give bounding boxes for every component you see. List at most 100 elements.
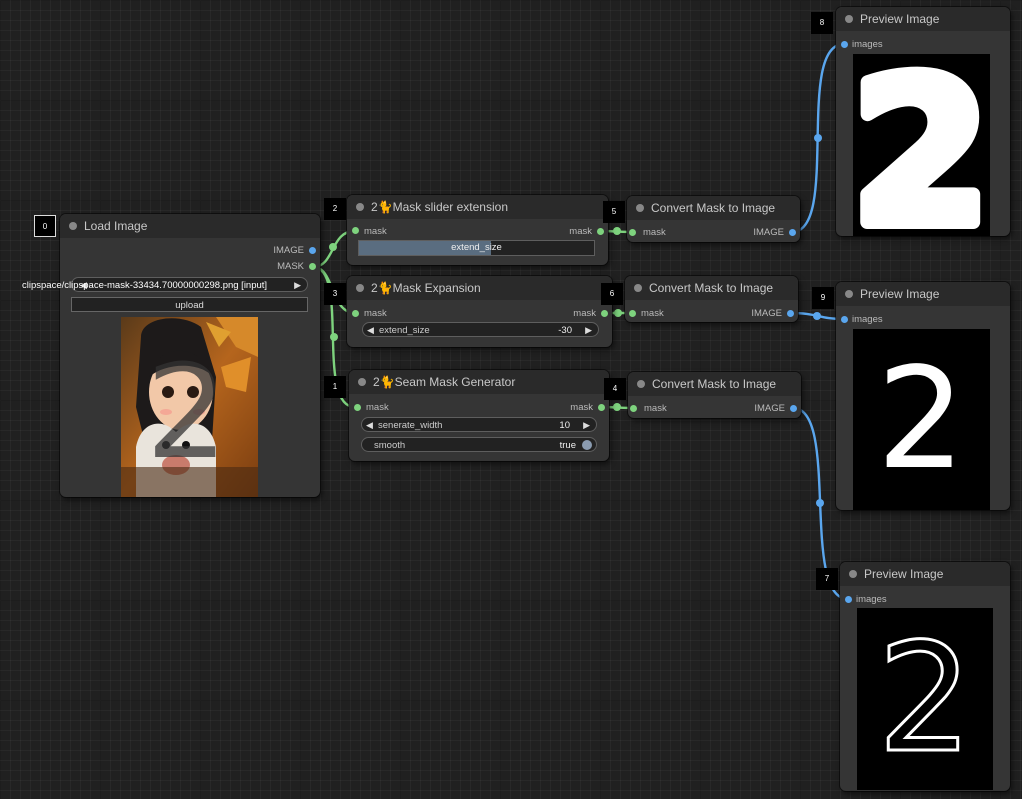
seam-mask-glyph: 2: [877, 612, 972, 786]
node-header[interactable]: Convert Mask to Image: [628, 372, 801, 396]
widget-label: smooth: [374, 440, 406, 451]
node-title: 2🐈Mask Expansion: [371, 281, 481, 295]
preview-9-image: 2: [876, 338, 965, 501]
node-header[interactable]: 2🐈Seam Mask Generator: [349, 370, 609, 394]
seam-mask-generator-node[interactable]: 2🐈Seam Mask Generator mask mask ◀ senera…: [349, 370, 609, 461]
input-slot-mask[interactable]: [354, 404, 361, 411]
image-file-value: clipspace/clipspace-mask-33434.700000002…: [22, 280, 268, 291]
node-header[interactable]: Preview Image: [836, 7, 1010, 31]
node-title: 2🐈Mask slider extension: [371, 200, 508, 214]
node-title: 2🐈Seam Mask Generator: [373, 375, 516, 389]
collapse-dot-icon[interactable]: [356, 284, 364, 292]
node-id-badge: 4: [604, 378, 626, 400]
widget-label: extend_size: [379, 325, 430, 336]
output-slot-mask[interactable]: [597, 228, 604, 235]
input-label-mask: mask: [644, 403, 667, 414]
node-id-badge: 6: [601, 283, 623, 305]
node-id-badge: 8: [811, 12, 833, 34]
node-id-badge: 9: [812, 287, 834, 309]
node-id-badge: 0: [34, 215, 56, 237]
node-title: Load Image: [84, 219, 148, 233]
output-slot-mask[interactable]: [601, 310, 608, 317]
widget-label: senerate_width: [378, 420, 443, 431]
input-slot-mask[interactable]: [352, 310, 359, 317]
input-slot-mask[interactable]: [630, 405, 637, 412]
node-header[interactable]: Preview Image: [840, 562, 1010, 586]
decrement-arrow-icon[interactable]: ◀: [366, 418, 373, 433]
collapse-dot-icon[interactable]: [845, 15, 853, 23]
contracted-mask-glyph: 2: [876, 338, 965, 501]
output-label-image: IMAGE: [753, 227, 784, 238]
collapse-dot-icon[interactable]: [356, 203, 364, 211]
node-id-badge: 5: [603, 201, 625, 223]
input-slot-mask[interactable]: [352, 227, 359, 234]
collapse-dot-icon[interactable]: [845, 290, 853, 298]
mask-slider-extension-node[interactable]: 2🐈Mask slider extension mask mask extend…: [347, 195, 608, 265]
input-slot-mask[interactable]: [629, 229, 636, 236]
input-label-mask: mask: [643, 227, 666, 238]
senerate-width-number[interactable]: ◀ senerate_width 10 ▶: [361, 417, 597, 432]
preview-output-image: 2: [857, 608, 993, 790]
node-header[interactable]: 2🐈Mask Expansion: [347, 276, 612, 300]
output-slot-mask[interactable]: [309, 263, 316, 270]
output-slot-image[interactable]: [787, 310, 794, 317]
node-header[interactable]: Load Image: [60, 214, 320, 238]
output-slot-mask[interactable]: [598, 404, 605, 411]
decrement-arrow-icon[interactable]: ◀: [367, 323, 374, 338]
output-label-image: IMAGE: [273, 245, 304, 256]
node-header[interactable]: Convert Mask to Image: [627, 196, 800, 220]
input-label-mask: mask: [364, 308, 387, 319]
input-label-images: images: [856, 594, 887, 605]
input-slot-mask[interactable]: [629, 310, 636, 317]
output-label-mask: mask: [569, 226, 592, 237]
node-title: Convert Mask to Image: [651, 201, 776, 215]
loaded-image-thumbnail: 2: [121, 317, 258, 497]
output-slot-image[interactable]: [790, 405, 797, 412]
output-label-image: IMAGE: [751, 308, 782, 319]
node-title: Preview Image: [860, 12, 940, 26]
output-slot-image[interactable]: [309, 247, 316, 254]
widget-value: true: [559, 440, 576, 451]
increment-arrow-icon[interactable]: ▶: [583, 418, 590, 433]
node-title: Preview Image: [860, 287, 940, 301]
collapse-dot-icon[interactable]: [636, 204, 644, 212]
smooth-toggle[interactable]: smooth true: [361, 437, 597, 452]
node-header[interactable]: 2🐈Mask slider extension: [347, 195, 608, 219]
preview-image-node[interactable]: Preview Image images 2: [836, 282, 1010, 510]
increment-arrow-icon[interactable]: ▶: [585, 323, 592, 338]
collapse-dot-icon[interactable]: [358, 378, 366, 386]
preview-image-node[interactable]: Preview Image images 2: [836, 7, 1010, 236]
extend-size-slider[interactable]: extend_size: [358, 240, 595, 256]
expanded-mask-glyph: 2: [853, 54, 990, 236]
node-header[interactable]: Convert Mask to Image: [625, 276, 798, 300]
input-label-mask: mask: [366, 402, 389, 413]
preview-image-node[interactable]: Preview Image images 2: [840, 562, 1010, 791]
collapse-dot-icon[interactable]: [849, 570, 857, 578]
combo-right-arrow-icon[interactable]: ▶: [294, 278, 301, 293]
input-slot-images[interactable]: [845, 596, 852, 603]
convert-mask-to-image-node[interactable]: Convert Mask to Image mask IMAGE: [625, 276, 798, 322]
preview-8-image: 2: [853, 54, 990, 236]
upload-button[interactable]: upload: [71, 297, 308, 312]
collapse-dot-icon[interactable]: [634, 284, 642, 292]
output-label-image: IMAGE: [754, 403, 785, 414]
preview-7-image: 2: [876, 611, 974, 788]
node-id-badge: 2: [324, 198, 346, 220]
input-slot-images[interactable]: [841, 41, 848, 48]
load-image-node[interactable]: Load Image IMAGE MASK ◀ ▶ upload 2: [60, 214, 320, 497]
node-id-badge: 1: [324, 376, 346, 398]
slider-label: extend_size: [451, 242, 502, 253]
toggle-knob-icon[interactable]: [582, 440, 592, 450]
input-label-images: images: [852, 314, 883, 325]
convert-mask-to-image-node[interactable]: Convert Mask to Image mask IMAGE: [627, 196, 800, 242]
input-slot-images[interactable]: [841, 316, 848, 323]
node-title: Convert Mask to Image: [649, 281, 774, 295]
output-slot-image[interactable]: [789, 229, 796, 236]
convert-mask-to-image-node[interactable]: Convert Mask to Image mask IMAGE: [628, 372, 801, 418]
extend-size-number[interactable]: ◀ extend_size -30 ▶: [362, 322, 599, 337]
output-label-mask: mask: [570, 402, 593, 413]
node-header[interactable]: Preview Image: [836, 282, 1010, 306]
collapse-dot-icon[interactable]: [69, 222, 77, 230]
collapse-dot-icon[interactable]: [637, 380, 645, 388]
mask-expansion-node[interactable]: 2🐈Mask Expansion mask mask ◀ extend_size…: [347, 276, 612, 347]
